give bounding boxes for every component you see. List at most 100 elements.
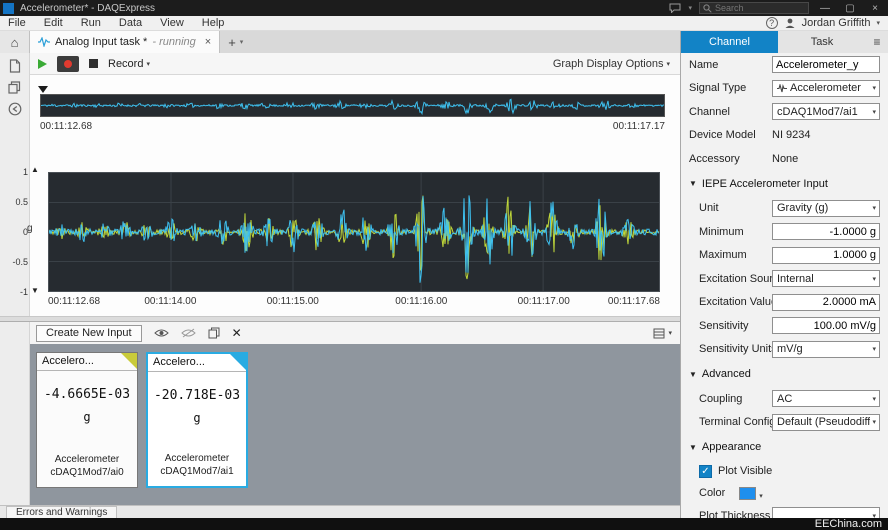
row-excitation-value: Excitation Value xyxy=(681,291,888,315)
minimum-label: Minimum xyxy=(699,226,772,238)
overview-cursor-marker[interactable] xyxy=(38,86,48,93)
excitation-value-field[interactable] xyxy=(772,294,880,311)
overview-start-time: 00:11:12.68 xyxy=(40,121,92,132)
section-appearance[interactable]: ▼ Appearance xyxy=(681,434,888,460)
device-model-label: Device Model xyxy=(689,129,772,141)
plot-thickness-dropdown[interactable]: ▾ xyxy=(772,507,880,518)
coupling-dropdown[interactable]: AC ▾ xyxy=(772,390,880,407)
record-label: Record xyxy=(108,58,143,70)
card-value: -4.6665E-03 xyxy=(37,387,137,402)
menu-data[interactable]: Data xyxy=(119,17,142,29)
record-button[interactable] xyxy=(57,56,79,72)
unit-label: Unit xyxy=(699,202,772,214)
show-plot-icon[interactable] xyxy=(154,328,169,338)
minimum-field[interactable] xyxy=(772,223,880,240)
input-card-ai0[interactable]: Accelero... -4.6665E-03 g Accelerometer … xyxy=(36,352,138,488)
terminal-config-dropdown[interactable]: Default (Pseudodiff... ▾ xyxy=(772,414,880,431)
menu-file[interactable]: File xyxy=(8,17,26,29)
sensitivity-units-dropdown[interactable]: mV/g ▾ xyxy=(772,341,880,358)
document-icon[interactable] xyxy=(9,59,21,73)
maximum-field[interactable] xyxy=(772,247,880,264)
create-new-input-button[interactable]: Create New Input xyxy=(36,325,142,342)
user-menu[interactable]: Jordan Griffith xyxy=(802,17,871,29)
card-value: -20.718E-03 xyxy=(148,388,246,403)
pan-up-icon[interactable]: ▲ xyxy=(31,165,39,174)
duplicate-input-icon[interactable] xyxy=(208,327,220,339)
card-channel: cDAQ1Mod7/ai1 xyxy=(148,465,246,478)
section-label: Appearance xyxy=(702,441,761,453)
duplicate-icon[interactable] xyxy=(8,81,21,94)
name-field[interactable] xyxy=(772,56,880,73)
row-color: Color ▾ xyxy=(681,482,888,504)
home-tab[interactable]: ⌂ xyxy=(0,31,30,53)
section-iepe-accelerometer-input[interactable]: ▼ IEPE Accelerometer Input xyxy=(681,171,888,197)
overview-waveform xyxy=(41,95,664,116)
maximize-button[interactable]: ▢ xyxy=(841,3,859,14)
tab-channel[interactable]: Channel xyxy=(681,31,778,53)
card-footer: Accelerometer cDAQ1Mod7/ai0 xyxy=(37,453,137,479)
row-plot-thickness: Plot Thickness ▾ xyxy=(681,504,888,518)
record-caret-icon: ▾ xyxy=(146,60,150,68)
display-mode-icon xyxy=(653,328,665,339)
unit-dropdown[interactable]: Gravity (g) ▾ xyxy=(772,200,880,217)
errors-and-warnings-tab[interactable]: Errors and Warnings xyxy=(6,506,117,518)
section-advanced[interactable]: ▼ Advanced xyxy=(681,361,888,387)
delete-input-icon[interactable]: ✕ xyxy=(232,326,242,340)
dropdown-caret-icon: ▾ xyxy=(872,395,876,403)
collapse-caret-icon: ▼ xyxy=(689,443,697,452)
row-accessory: Accessory None xyxy=(681,147,888,171)
overview-strip-chart[interactable] xyxy=(40,94,665,117)
color-caret-icon[interactable]: ▾ xyxy=(759,492,763,500)
card-signal-type: Accelerometer xyxy=(37,453,137,466)
signal-type-dropdown[interactable]: Accelerometer ▾ xyxy=(772,80,880,97)
record-mode-dropdown[interactable]: Record ▾ xyxy=(108,58,150,70)
minimize-button[interactable]: — xyxy=(816,3,834,14)
pan-down-icon[interactable]: ▼ xyxy=(31,286,39,295)
document-tabstrip: ⌂ Analog Input task * - running × + ▾ xyxy=(0,31,680,53)
color-swatch[interactable] xyxy=(739,487,756,500)
channel-value: cDAQ1Mod7/ai1 xyxy=(777,106,870,118)
plot-visible-checkbox[interactable]: ✓ xyxy=(699,465,712,478)
new-tab-caret-icon[interactable]: ▾ xyxy=(240,31,244,53)
tab-close-icon[interactable]: × xyxy=(205,36,211,48)
navigate-back-icon[interactable] xyxy=(8,102,22,116)
feedback-bubble-icon[interactable] xyxy=(669,3,681,13)
hide-plot-icon[interactable] xyxy=(181,328,196,338)
plot-visible-label: Plot Visible xyxy=(718,465,880,477)
y-tick: 1 xyxy=(23,167,28,177)
tab-task[interactable]: Task xyxy=(778,31,866,53)
stop-button[interactable] xyxy=(89,59,98,68)
menu-view[interactable]: View xyxy=(160,17,184,29)
display-mode-dropdown[interactable]: ▾ xyxy=(653,328,672,339)
search-box[interactable] xyxy=(699,2,809,14)
input-card-ai1[interactable]: Accelero... -20.718E-03 g Accelerometer … xyxy=(146,352,248,488)
help-icon[interactable]: ? xyxy=(766,17,778,29)
panel-menu-icon[interactable]: ≡ xyxy=(866,31,888,53)
row-unit: Unit Gravity (g) ▾ xyxy=(681,197,888,221)
dropdown-caret-icon: ▾ xyxy=(872,345,876,353)
bottom-bar: EEChina.com xyxy=(0,518,888,530)
channel-dropdown[interactable]: cDAQ1Mod7/ai1 ▾ xyxy=(772,103,880,120)
tab-analog-input-task[interactable]: Analog Input task * - running × xyxy=(30,31,220,53)
new-tab-button[interactable]: + xyxy=(228,31,236,53)
excitation-source-label: Excitation Source xyxy=(699,273,772,285)
feedback-caret-icon[interactable]: ▾ xyxy=(688,4,692,12)
input-cards-area: Accelero... -4.6665E-03 g Accelerometer … xyxy=(30,344,680,505)
menu-help[interactable]: Help xyxy=(202,17,225,29)
search-input[interactable] xyxy=(715,3,805,13)
record-icon xyxy=(64,60,72,68)
row-plot-visible: ✓ Plot Visible xyxy=(681,460,888,482)
x-tick: 00:11:12.68 xyxy=(48,296,100,307)
sensitivity-field[interactable] xyxy=(772,317,880,334)
graph-display-options-dropdown[interactable]: Graph Display Options ▾ xyxy=(553,53,670,75)
main-graph[interactable] xyxy=(48,172,660,292)
close-button[interactable]: × xyxy=(866,3,884,14)
accessory-value: None xyxy=(772,153,880,165)
excitation-source-dropdown[interactable]: Internal ▾ xyxy=(772,270,880,287)
menubar-right: ? Jordan Griffith ▾ xyxy=(766,17,888,29)
run-button[interactable] xyxy=(38,59,47,69)
menu-edit[interactable]: Edit xyxy=(44,17,63,29)
inputs-toolbar: Create New Input ✕ ▾ xyxy=(30,322,680,344)
section-label: IEPE Accelerometer Input xyxy=(702,178,828,190)
menu-run[interactable]: Run xyxy=(81,17,101,29)
